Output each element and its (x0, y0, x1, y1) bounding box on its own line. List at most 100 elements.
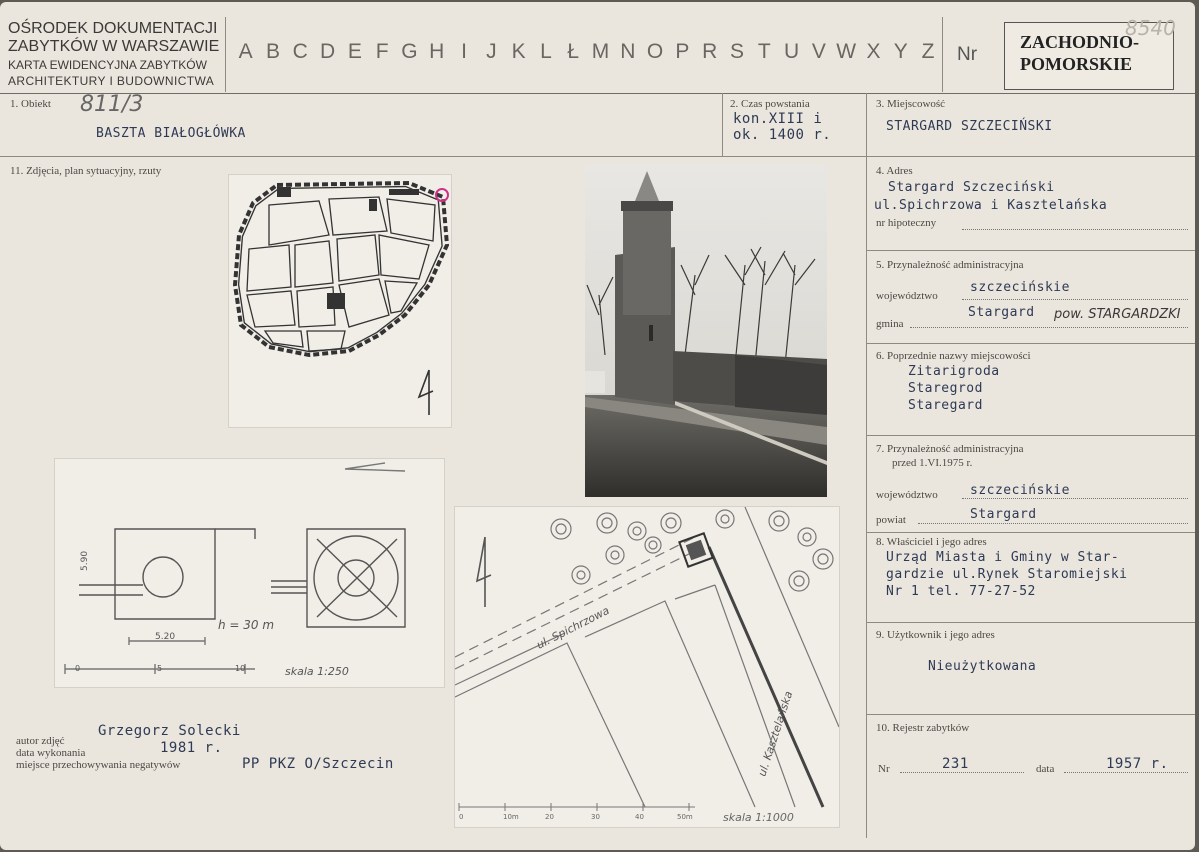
site-plan-drawing: ul. Spichrzowa ul. Kasztelańska 0 10m 20… (454, 506, 840, 824)
rejestr-label: 10. Rejestr zabytków (876, 722, 970, 734)
data-wykonania-label: data wykonania (16, 747, 86, 759)
index-letter: L (540, 40, 552, 63)
wojewodztwo-value: szczecińskie (970, 280, 1070, 295)
rejestr-data-label: data (1036, 763, 1055, 775)
wojewodztwo-old-label: województwo (876, 489, 938, 501)
poprzednie-name: Staregrod (908, 381, 983, 396)
index-letter: T (757, 40, 771, 63)
index-letter: C (292, 40, 308, 63)
uzytkownik-label: 9. Użytkownik i jego adres (876, 629, 995, 641)
obiekt-label: 1. Obiekt (10, 98, 51, 110)
site-scale-label: skala 1:1000 (723, 811, 794, 824)
przynaleznosc-old-date: przed 1.VI.1975 r. (892, 457, 973, 469)
index-letter: Y (893, 40, 908, 63)
record-card: OŚRODEK DOKUMENTACJI ZABYTKÓW W WARSZAWI… (0, 2, 1195, 850)
site-scale-tick: 10m (503, 813, 519, 821)
miejscowosc-value: STARGARD SZCZECIŃSKI (886, 119, 1053, 134)
floor-plans: h = 30 m 5.90 5.20 0 5 10 skala 1:250 (54, 458, 445, 688)
przynaleznosc-old-label: 7. Przynależność administracyjna (876, 443, 1024, 455)
index-letter: U (784, 40, 800, 63)
org-name-line3: KARTA EWIDENCYJNA ZABYTKÓW (8, 58, 207, 72)
index-letter: E (347, 40, 362, 63)
index-letter: I (461, 40, 467, 63)
index-letter-strip: ABCDEFGHIJKLŁMNOPRSTUVWXYZ (232, 40, 942, 64)
index-letter: G (401, 40, 418, 63)
plan-scale-label: skala 1:250 (285, 665, 349, 678)
miejsce-value: PP PKZ O/Szczecin (242, 756, 394, 772)
hipoteczny-label: nr hipoteczny (876, 217, 937, 229)
index-letter: W (836, 40, 857, 63)
index-letter: R (702, 40, 718, 63)
zdjecia-label: 11. Zdjęcia, plan sytuacyjny, rzuty (10, 165, 162, 177)
site-scale-tick: 20 (545, 813, 554, 821)
plan-dim-vertical: 5.90 (80, 551, 90, 571)
site-scale-tick: 40 (635, 813, 644, 821)
site-scale-tick: 30 (591, 813, 600, 821)
miejscowosc-label: 3. Miejscowość (876, 98, 946, 110)
obiekt-value: BASZTA BIAŁOGŁÓWKA (96, 126, 246, 141)
powiat-label: powiat (876, 514, 906, 526)
tower-location-icon (685, 539, 707, 561)
index-letter: Ł (567, 40, 580, 63)
adres-label: 4. Adres (876, 165, 913, 177)
tower-photo-image (585, 165, 827, 497)
autor-label: autor zdjęć (16, 735, 65, 747)
poprzednie-name: Zitarigroda (908, 364, 1000, 379)
index-letter: D (319, 40, 336, 63)
rejestr-nr-value: 231 (942, 756, 969, 772)
przynaleznosc-label: 5. Przynależność administracyjna (876, 259, 1024, 271)
index-letter: F (375, 40, 389, 63)
wlasciciel-line1: Urząd Miasta i Gminy w Star- (886, 550, 1120, 565)
index-letter: K (511, 40, 526, 63)
powiat-value: Stargard (970, 507, 1037, 522)
index-letter: J (486, 40, 497, 63)
city-map (228, 174, 452, 428)
index-letter: N (620, 40, 636, 63)
nr-label: Nr (957, 44, 978, 65)
poprzednie-name: Staregard (908, 398, 983, 413)
org-name-line1: OŚRODEK DOKUMENTACJI (8, 20, 218, 37)
site-scale-tick: 50m (677, 813, 693, 821)
czas-label: 2. Czas powstania (730, 98, 810, 110)
rejestr-nr-label: Nr (878, 763, 890, 775)
plan-dim-horizontal: 5.20 (155, 632, 175, 642)
wlasciciel-line2: gardzie ul.Rynek Staromiejski (886, 567, 1128, 582)
plan-scale-tick: 5 (157, 664, 162, 673)
org-name-line2: ZABYTKÓW W WARSZAWIE (8, 38, 220, 55)
region-line2: POMORSKIE (1020, 54, 1133, 74)
tower-photo (585, 165, 827, 497)
plan-height-label: h = 30 m (218, 618, 274, 632)
plan-scale-tick: 10 (235, 664, 245, 673)
stamp-number: 8540 (1125, 16, 1176, 40)
czas-line1: kon.XIII i (733, 111, 823, 127)
index-letter: P (675, 40, 690, 63)
index-letter: O (646, 40, 664, 63)
index-letter: X (866, 40, 881, 63)
wlasciciel-label: 8. Właściciel i jego adres (876, 536, 987, 548)
adres-line1: Stargard Szczeciński (888, 180, 1055, 195)
wojewodztwo-old-value: szczecińskie (970, 483, 1070, 498)
index-letter: S (729, 40, 744, 63)
site-scale-tick: 0 (459, 813, 463, 821)
obiekt-number: 811/3 (80, 92, 144, 117)
czas-line2: ok. 1400 r. (733, 127, 832, 143)
rejestr-data-value: 1957 r. (1106, 756, 1169, 772)
adres-line2: ul.Spichrzowa i Kasztelańska (874, 198, 1108, 213)
floor-plan-drawing: h = 30 m 5.90 5.20 0 5 10 skala 1:250 (64, 462, 406, 678)
index-letter: Z (921, 40, 935, 63)
site-plan: ul. Spichrzowa ul. Kasztelańska 0 10m 20… (454, 506, 840, 828)
wlasciciel-line3: Nr 1 tel. 77-27-52 (886, 584, 1036, 599)
region-line1: ZACHODNIO- (1020, 32, 1140, 52)
index-letter: B (265, 40, 280, 63)
uzytkownik-value: Nieużytkowana (928, 659, 1037, 674)
wojewodztwo-label: województwo (876, 290, 938, 302)
gmina-label: gmina (876, 318, 904, 330)
index-letter: V (811, 40, 826, 63)
north-arrow-icon (417, 369, 434, 415)
autor-value: Grzegorz Solecki (98, 723, 241, 739)
city-map-drawing (232, 180, 450, 415)
index-letter: A (238, 40, 253, 63)
plan-scale-tick: 0 (75, 664, 80, 673)
index-letter: M (591, 40, 610, 63)
miejsce-label: miejsce przechowywania negatywów (16, 759, 181, 771)
